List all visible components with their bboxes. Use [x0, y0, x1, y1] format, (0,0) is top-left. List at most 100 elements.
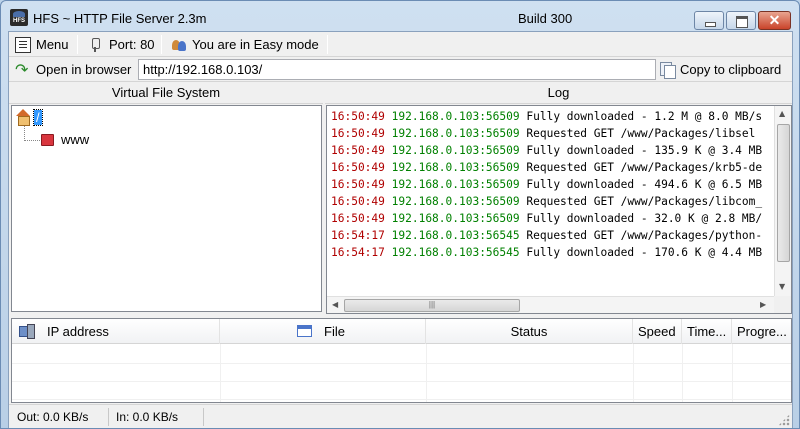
window-title: HFS ~ HTTP File Server 2.3m [33, 11, 207, 26]
vfs-tree[interactable]: / www [11, 105, 322, 312]
folder-icon [41, 133, 54, 146]
log-message: Requested GET /www/Packages/libcom_ [526, 195, 763, 208]
log-message: Requested GET /www/Packages/krb5-de [526, 161, 763, 174]
log-time: 16:50:49 [331, 161, 385, 174]
log-message: Fully downloaded - 32.0 K @ 2.8 MB/ [526, 212, 763, 225]
log-vertical-scrollbar[interactable]: ▲ ▼ [774, 106, 791, 296]
tree-connector [24, 126, 25, 141]
mode-button[interactable]: You are in Easy mode [171, 32, 319, 57]
status-bar: Out: 0.0 KB/s In: 0.0 KB/s [9, 404, 792, 428]
grid-line [633, 344, 634, 402]
grid-line [426, 344, 427, 402]
log-ip: 192.168.0.103:56509 [391, 178, 520, 191]
hfs-app-icon[interactable]: HFS [10, 9, 28, 26]
grid-line [220, 344, 221, 402]
scroll-corner [774, 296, 791, 313]
virtual-file-system-panel: Virtual File System / www [9, 82, 323, 314]
toolbar-separator [161, 35, 162, 54]
computer-icon [19, 324, 35, 339]
plug-icon [88, 37, 104, 53]
log-time: 16:50:49 [331, 110, 385, 123]
toolbar-separator [327, 35, 328, 54]
tree-root-label: / [33, 108, 43, 126]
log-message: Fully downloaded - 170.6 K @ 4.4 MB [526, 246, 763, 259]
tree-item-label: www [61, 132, 90, 147]
log-time: 16:50:49 [331, 195, 385, 208]
scroll-left-icon[interactable]: ◀ [332, 300, 338, 309]
tree-root-node[interactable]: / [15, 108, 43, 126]
log-ip: 192.168.0.103:56545 [391, 246, 520, 259]
column-progress[interactable]: Progre... [732, 319, 791, 344]
log-message: Fully downloaded - 1.2 M @ 8.0 MB/s [526, 110, 763, 123]
grid-line [12, 363, 791, 364]
log-entry: 16:54:17 192.168.0.103:56545 Fully downl… [331, 244, 775, 261]
close-icon: ✕ [768, 12, 781, 28]
maximize-button[interactable] [726, 11, 756, 30]
log-message: Fully downloaded - 135.9 K @ 3.4 MB [526, 144, 763, 157]
log-entry: 16:54:17 192.168.0.103:56545 Requested G… [331, 227, 775, 244]
column-speed[interactable]: Speed [633, 319, 682, 344]
log-time: 16:50:49 [331, 144, 385, 157]
mode-label: You are in Easy mode [192, 37, 319, 52]
status-in-speed: In: 0.0 KB/s [112, 408, 204, 426]
close-button[interactable]: ✕ [758, 11, 791, 30]
toolbar-separator [77, 35, 78, 54]
open-in-browser-button[interactable]: Open in browser [15, 57, 131, 82]
tree-item-www[interactable]: www [41, 132, 89, 147]
url-bar: Open in browser Copy to clipboard [9, 57, 792, 82]
grid-line [12, 381, 791, 382]
menu-button[interactable]: Menu [15, 32, 69, 57]
users-icon [171, 37, 187, 53]
log-box[interactable]: 16:50:49 192.168.0.103:56509 Fully downl… [326, 105, 792, 314]
vfs-header: Virtual File System [9, 82, 323, 104]
log-time: 16:50:49 [331, 127, 385, 140]
scroll-up-icon[interactable]: ▲ [779, 109, 785, 118]
log-ip: 192.168.0.103:56509 [391, 127, 520, 140]
copy-to-clipboard-label: Copy to clipboard [680, 62, 782, 77]
column-time[interactable]: Time... [682, 319, 732, 344]
home-icon [15, 109, 31, 126]
hfs-window: HFS HFS ~ HTTP File Server 2.3m Build 30… [0, 0, 800, 429]
scroll-thumb[interactable] [777, 124, 790, 262]
log-entry: 16:50:49 192.168.0.103:56509 Requested G… [331, 159, 775, 176]
status-out-speed: Out: 0.0 KB/s [13, 408, 109, 426]
url-field[interactable] [138, 59, 656, 80]
scroll-thumb[interactable]: ||| [344, 299, 520, 312]
column-label: Time... [687, 324, 727, 339]
column-status[interactable]: Status [426, 319, 633, 344]
port-button[interactable]: Port: 80 [88, 32, 155, 57]
copy-to-clipboard-button[interactable]: Copy to clipboard [659, 57, 781, 82]
column-label: IP address [47, 324, 109, 339]
column-ip-address[interactable]: IP address [12, 319, 220, 344]
main-toolbar: Menu Port: 80 You are in Easy mode [9, 32, 792, 57]
minimize-button[interactable] [694, 11, 724, 30]
log-time: 16:54:17 [331, 229, 385, 242]
log-entry: 16:50:49 192.168.0.103:56509 Fully downl… [331, 176, 775, 193]
connections-header: IP address File Status Speed Time... Pro… [12, 319, 791, 344]
column-label: Speed [638, 324, 676, 339]
log-ip: 192.168.0.103:56509 [391, 110, 520, 123]
log-entry: 16:50:49 192.168.0.103:56509 Requested G… [331, 125, 775, 142]
column-label: Progre... [737, 324, 787, 339]
column-file[interactable]: File [220, 319, 426, 344]
tree-connector [24, 140, 40, 141]
column-label: File [324, 324, 345, 339]
log-ip: 192.168.0.103:56545 [391, 229, 520, 242]
log-ip: 192.168.0.103:56509 [391, 212, 520, 225]
grid-line [682, 344, 683, 402]
log-entry: 16:50:49 192.168.0.103:56509 Fully downl… [331, 142, 775, 159]
copy-icon [659, 61, 676, 79]
menu-label: Menu [36, 37, 69, 52]
scroll-right-icon[interactable]: ▶ [760, 300, 766, 309]
log-horizontal-scrollbar[interactable]: ◀ ||| ▶ [327, 296, 774, 313]
grid-line [732, 344, 733, 402]
log-panel: Log 16:50:49 192.168.0.103:56509 Fully d… [325, 82, 792, 314]
resize-grip-icon[interactable] [778, 414, 790, 426]
log-message: Fully downloaded - 494.6 K @ 6.5 MB [526, 178, 763, 191]
log-ip: 192.168.0.103:56509 [391, 144, 520, 157]
scroll-down-icon[interactable]: ▼ [779, 282, 785, 291]
title-bar[interactable]: HFS HFS ~ HTTP File Server 2.3m Build 30… [1, 1, 799, 33]
connections-list[interactable]: IP address File Status Speed Time... Pro… [11, 318, 792, 403]
log-message: Requested GET /www/Packages/libsel [526, 127, 756, 140]
window-icon [297, 325, 312, 337]
